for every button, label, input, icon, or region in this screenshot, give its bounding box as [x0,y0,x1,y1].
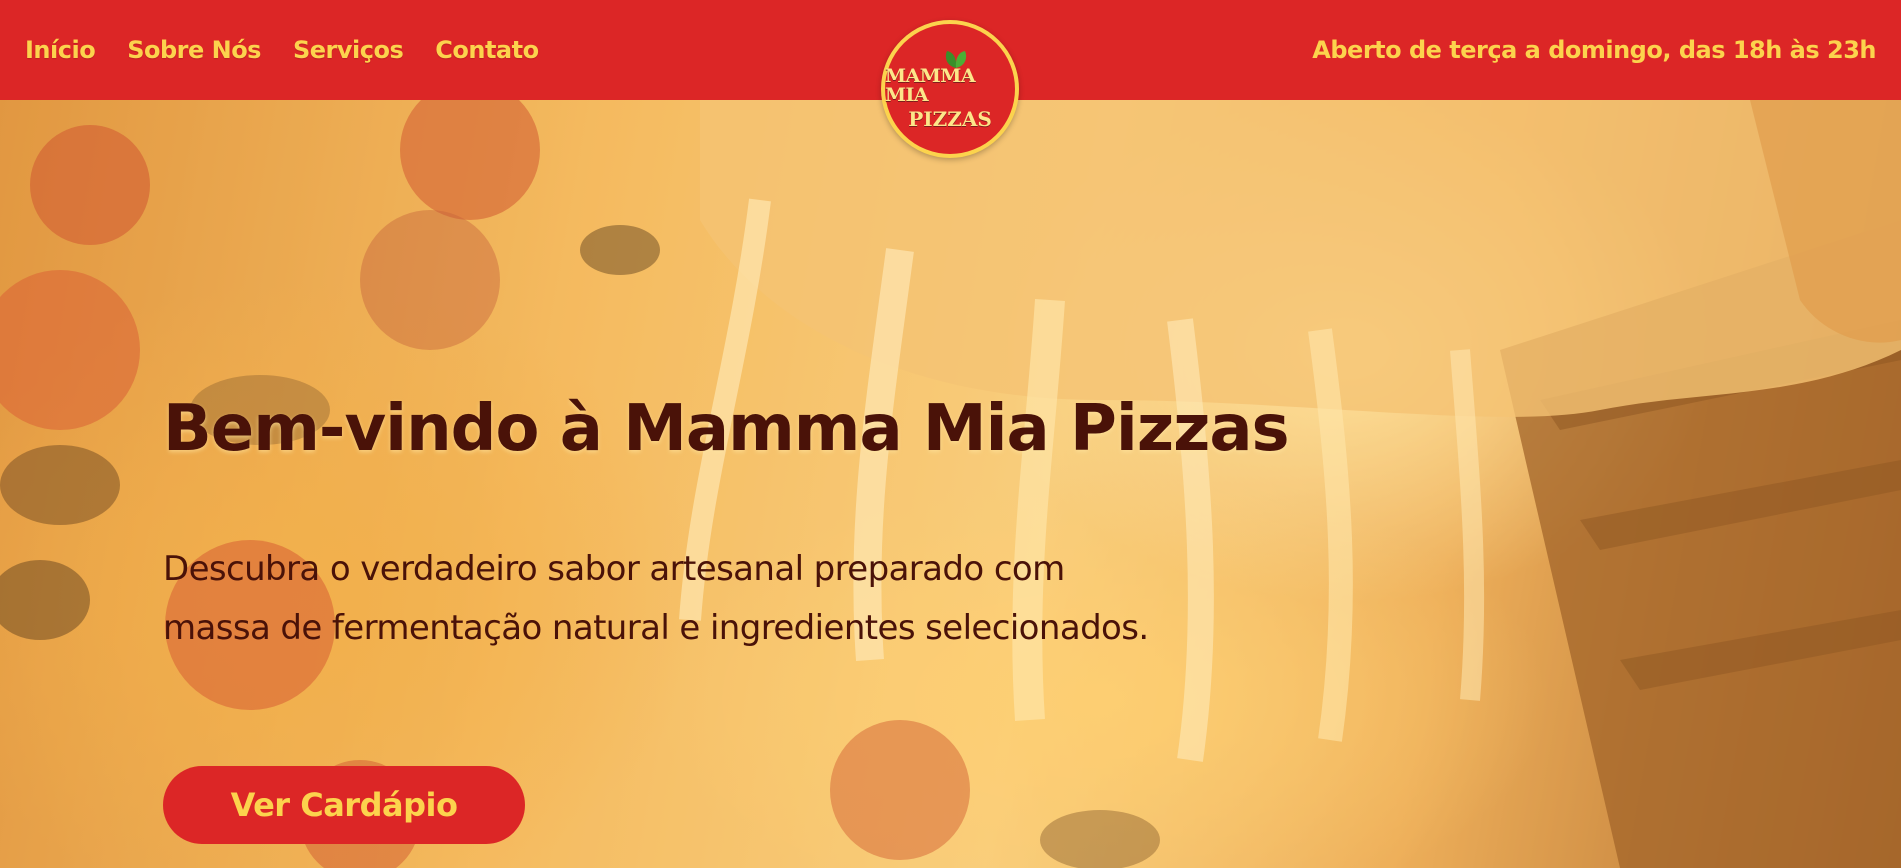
opening-hours: Aberto de terça a domingo, das 18h às 23… [1312,36,1876,64]
main-nav: Início Sobre Nós Serviços Contato [25,0,539,100]
hero-title: Bem-vindo à Mamma Mia Pizzas [163,392,1290,466]
nav-link-sobre-nos[interactable]: Sobre Nós [127,36,261,64]
nav-link-servicos[interactable]: Serviços [293,36,404,64]
hero-section: Bem-vindo à Mamma Mia Pizzas Descubra o … [0,100,1901,868]
hero-description: Descubra o verdadeiro sabor artesanal pr… [163,549,1149,648]
basil-leaf-icon [945,51,967,68]
logo-text-pizzas: PIZZAS [908,107,992,131]
hero-overlay [0,100,1901,868]
logo-text-mamma-mia: MAMMA MIA [885,65,976,106]
brand-logo[interactable]: MAMMA MIA PIZZAS [881,20,1019,158]
view-menu-button[interactable]: Ver Cardápio [163,766,525,844]
nav-link-inicio[interactable]: Início [25,36,96,64]
nav-link-contato[interactable]: Contato [435,36,539,64]
